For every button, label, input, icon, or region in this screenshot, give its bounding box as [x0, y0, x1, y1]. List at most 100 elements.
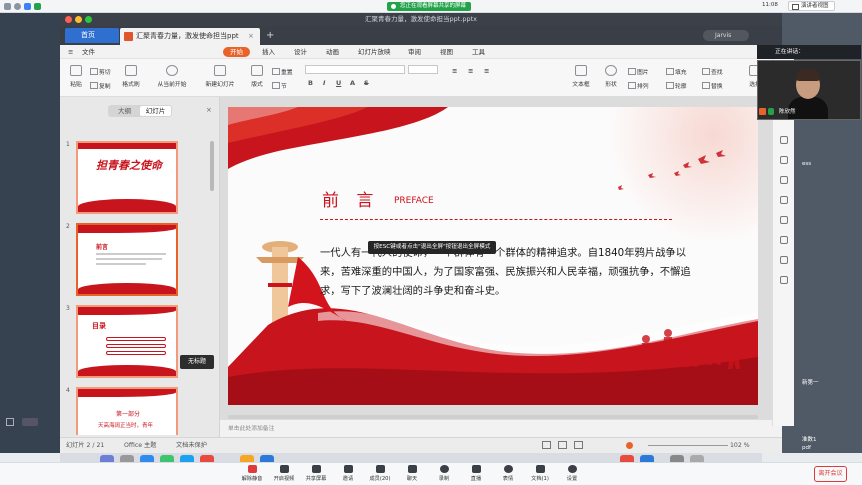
menu-view[interactable]: 视图	[440, 47, 453, 57]
doc-icon	[535, 465, 545, 473]
tab-outline[interactable]: 大纲	[109, 106, 140, 116]
app-icon[interactable]	[4, 3, 11, 10]
speaker-view-button[interactable]: 演讲者视图	[788, 1, 835, 11]
shape-button[interactable]: 形状	[600, 65, 622, 88]
bullets-icon[interactable]: ≡	[452, 67, 457, 75]
menu-start[interactable]: 开始	[223, 47, 250, 57]
menu-design[interactable]: 设计	[294, 47, 307, 57]
thumb-banner-top	[78, 225, 176, 233]
documents-button[interactable]: 文档(1)	[522, 465, 558, 482]
tab-slides[interactable]: 幻灯片	[140, 106, 171, 116]
emoji-button[interactable]: 表情	[490, 465, 526, 482]
hamburger-icon[interactable]: ≡	[68, 47, 73, 57]
panel-scrollbar[interactable]	[210, 141, 214, 191]
textbox-button[interactable]: 文本框	[568, 65, 594, 88]
shape-tool-icon[interactable]	[780, 176, 788, 184]
info-icon[interactable]	[14, 3, 21, 10]
share-screen-button[interactable]: 共享屏幕	[298, 465, 334, 482]
invite-button[interactable]: 邀请	[330, 465, 366, 482]
maximize-window-icon[interactable]	[85, 16, 92, 23]
close-window-icon[interactable]	[65, 16, 72, 23]
settings-button[interactable]: 设置	[554, 465, 590, 482]
history-icon[interactable]	[780, 276, 788, 284]
notes-field[interactable]: 单击此处添加备注	[220, 419, 782, 437]
tab-home[interactable]: 首页	[65, 28, 119, 43]
meeting-label: 聊天	[406, 476, 418, 482]
reading-view-icon[interactable]	[574, 441, 583, 449]
slides-panel: 大纲 幻灯片 × 1 担青春之使命 2 前言 3 目录 4 第一部分 天高海阔正…	[60, 97, 220, 437]
menu-insert[interactable]: 插入	[262, 47, 275, 57]
animation-icon[interactable]	[780, 156, 788, 164]
system-top-bar: 您正在观看屏幕共享的屏幕 11:08 演讲者视图	[0, 0, 862, 13]
italic-button[interactable]: I	[323, 79, 325, 87]
backup-icon[interactable]	[780, 216, 788, 224]
signal-icon	[34, 3, 41, 10]
tab-document[interactable]: 汇聚青春力量，激发使命担当ppt ×	[120, 28, 260, 45]
paste-button[interactable]: 粘贴	[64, 65, 88, 88]
from-current-button[interactable]: 从当前开始	[152, 65, 192, 88]
screen-share-banner[interactable]: 您正在观看屏幕共享的屏幕	[387, 2, 472, 11]
strikethrough-button[interactable]: S	[364, 79, 369, 87]
start-video-button[interactable]: 开启视频	[266, 465, 302, 482]
menu-tools[interactable]: 工具	[472, 47, 485, 57]
find-button[interactable]: 查找	[702, 67, 723, 76]
location-icon[interactable]	[780, 196, 788, 204]
sorter-view-icon[interactable]	[558, 441, 567, 449]
slide-thumbnail-2[interactable]: 前言	[76, 223, 178, 296]
members-button[interactable]: 成员(20)	[362, 465, 398, 482]
current-slide[interactable]: 前 言 PREFACE 一代人有一代人的使命，一个群体有一个群体的精神追求。自1…	[228, 107, 758, 405]
slide-thumbnail-1[interactable]: 担青春之使命	[76, 141, 178, 214]
font-family-select[interactable]	[305, 65, 405, 74]
thumb-text-line	[96, 258, 162, 260]
chat-button[interactable]: 聊天	[394, 465, 430, 482]
tag-icon[interactable]	[780, 236, 788, 244]
live-button[interactable]: 直播	[458, 465, 494, 482]
cut-button[interactable]: 剪切	[90, 67, 111, 76]
align-icon[interactable]: ≡	[484, 67, 489, 75]
picture-button[interactable]: 图片	[628, 67, 649, 76]
underline-button[interactable]: U	[336, 79, 341, 87]
bold-button[interactable]: B	[308, 79, 313, 87]
new-slide-button[interactable]: 新建幻灯片	[200, 65, 240, 88]
slide-thumbnail-3[interactable]: 目录	[76, 305, 178, 378]
font-color-button[interactable]: A	[350, 79, 355, 87]
menu-slideshow[interactable]: 幻灯片放映	[358, 47, 391, 57]
user-account[interactable]: Jarvis	[703, 30, 749, 41]
copy-button[interactable]: 复制	[90, 81, 111, 90]
slide-thumbnail-4[interactable]: 第一部分 天高海阔正当时，青年	[76, 387, 178, 435]
close-panel-icon[interactable]: ×	[206, 106, 212, 114]
section-button[interactable]: 节	[272, 81, 287, 90]
menu-file[interactable]: 文件	[82, 47, 95, 57]
replace-button[interactable]: 替换	[702, 81, 723, 90]
zoom-slider[interactable]	[648, 445, 728, 446]
outline-button[interactable]: 轮廓	[666, 81, 687, 90]
settings-tool-icon[interactable]	[780, 256, 788, 264]
play-slideshow-icon[interactable]	[626, 442, 633, 449]
unmute-button[interactable]: 解除静音	[234, 465, 270, 482]
wps-window: 汇聚青春力量，激发使命担当ppt.pptx 首页 汇聚青春力量，激发使命担当pp…	[60, 13, 782, 453]
screen-share-text: 您正在观看屏幕共享的屏幕	[400, 3, 467, 9]
birds	[618, 150, 726, 190]
doc-protect-status[interactable]: 文档未保护	[176, 438, 207, 453]
normal-view-icon[interactable]	[542, 441, 551, 449]
layout-button[interactable]: 版式	[246, 65, 268, 88]
menu-animation[interactable]: 动画	[326, 47, 339, 57]
zoom-out-icon[interactable]	[22, 418, 38, 426]
minimize-window-icon[interactable]	[75, 16, 82, 23]
close-tab-icon[interactable]: ×	[248, 28, 254, 45]
user-name: Jarvis	[715, 32, 732, 39]
leave-meeting-button[interactable]: 离开会议	[814, 466, 847, 482]
numbering-icon[interactable]: ≡	[468, 67, 473, 75]
fill-button[interactable]: 填充	[666, 67, 687, 76]
record-button[interactable]: 录制	[426, 465, 462, 482]
arrange-button[interactable]: 排列	[628, 81, 649, 90]
menu-review[interactable]: 审阅	[408, 47, 421, 57]
property-icon[interactable]	[780, 136, 788, 144]
reset-button[interactable]: 重置	[272, 67, 293, 76]
format-painter-button[interactable]: 格式刷	[118, 65, 144, 88]
font-size-select[interactable]	[408, 65, 438, 74]
chat-icon	[407, 465, 417, 473]
shield-icon[interactable]	[24, 3, 31, 10]
new-tab-icon[interactable]: +	[266, 26, 274, 45]
grid-icon[interactable]	[6, 418, 14, 426]
